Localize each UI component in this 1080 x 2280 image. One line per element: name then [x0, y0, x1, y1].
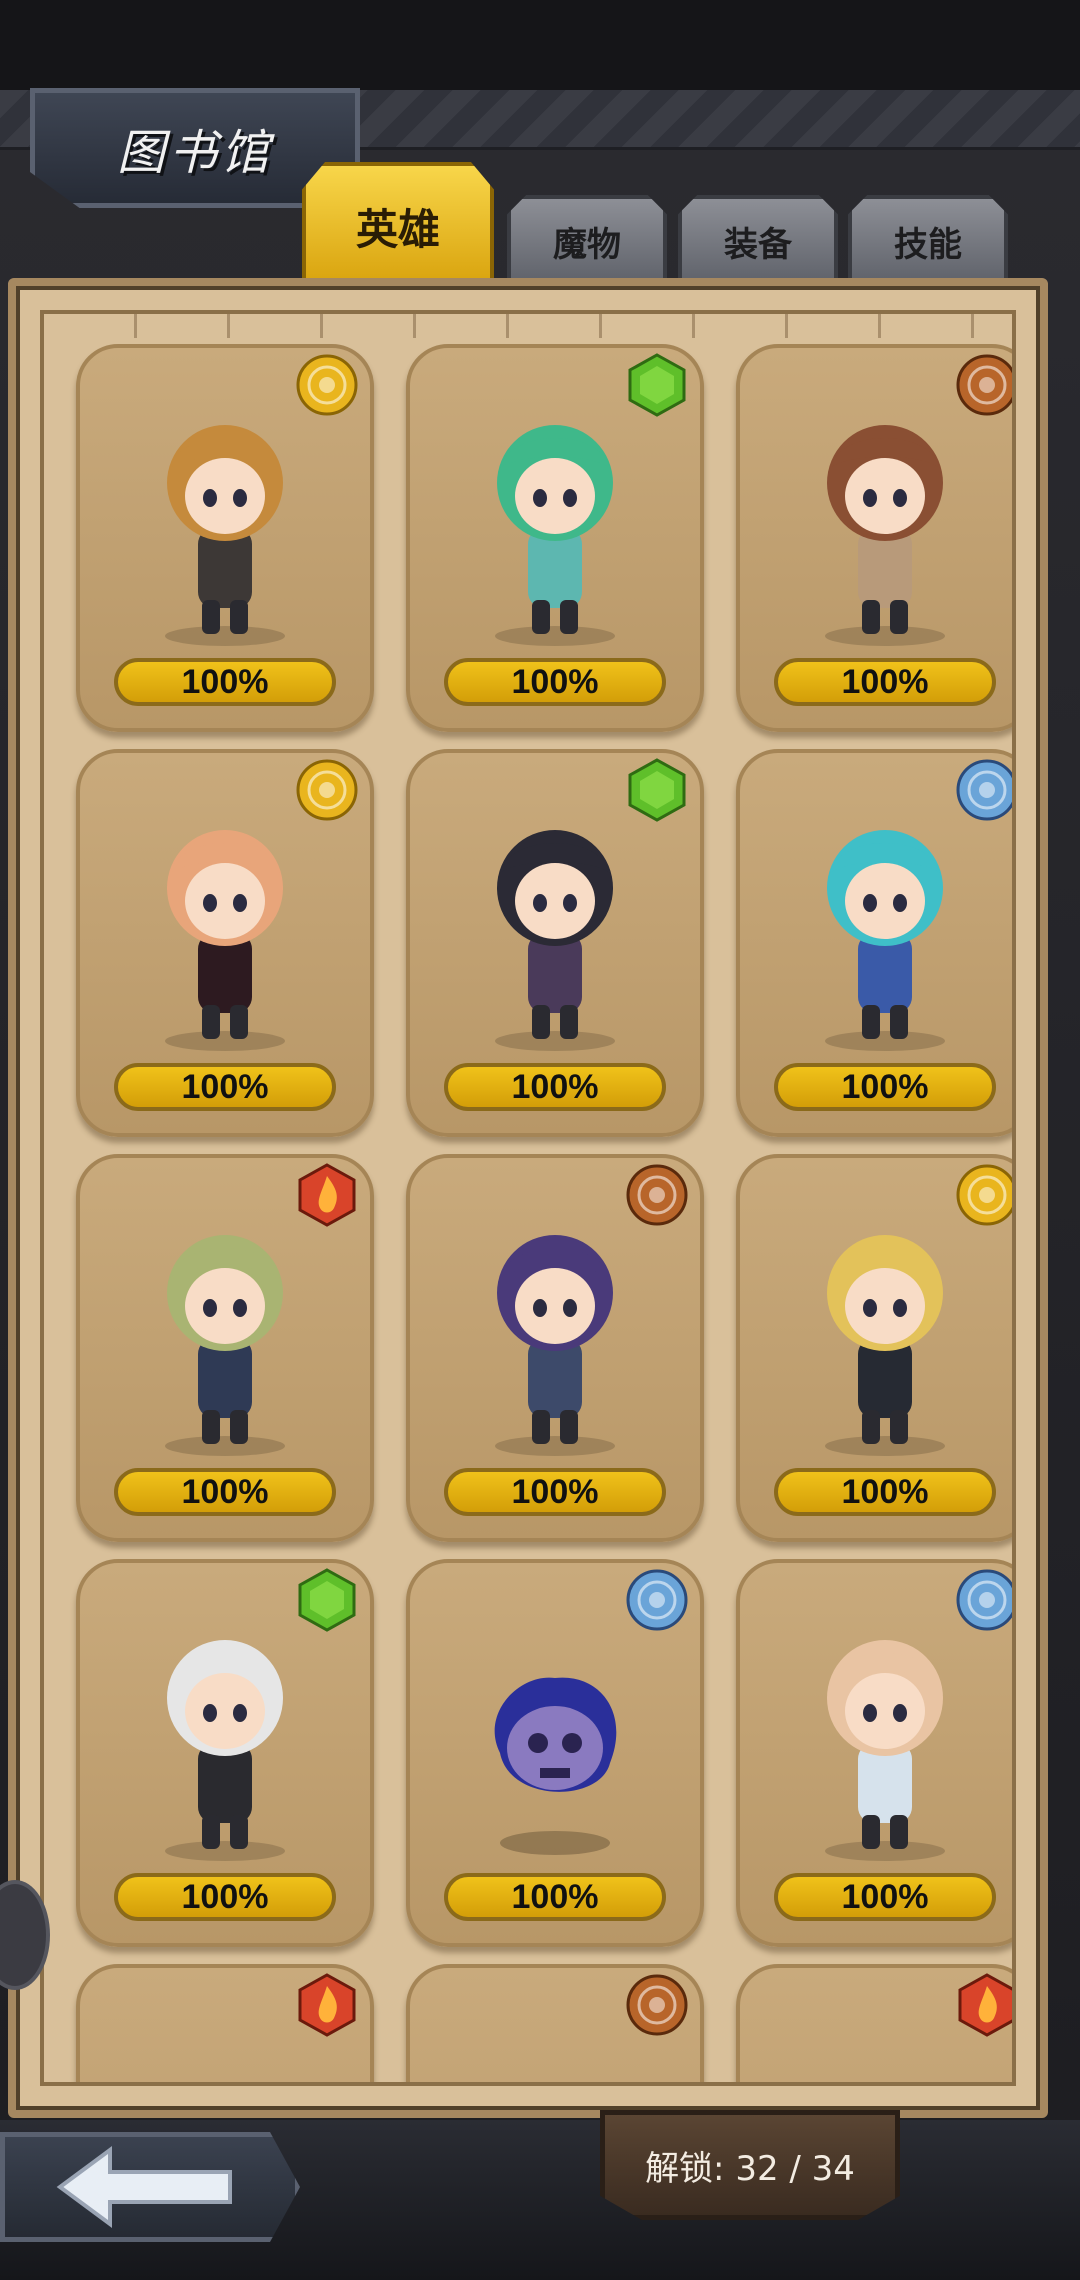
hero-portrait	[440, 1198, 670, 1458]
top-status-band	[0, 0, 1080, 90]
tab-skills[interactable]: 技能	[848, 195, 1008, 283]
completion-progress: 100%	[114, 1873, 336, 1921]
tab-monsters[interactable]: 魔物	[507, 195, 667, 283]
card-scroll-area[interactable]: 100% 100% 100% 100% 100% 100% 100% 100% …	[40, 310, 1016, 2086]
tab-heroes[interactable]: 英雄	[302, 162, 494, 287]
hero-card-partial-hero-3[interactable]	[736, 1964, 1012, 2082]
completion-progress: 100%	[444, 1468, 666, 1516]
completion-progress: 100%	[114, 1468, 336, 1516]
completion-progress: 100%	[444, 658, 666, 706]
library-frame: 100% 100% 100% 100% 100% 100% 100% 100% …	[8, 278, 1048, 2118]
hero-card-samurai[interactable]: 100%	[406, 1154, 704, 1542]
unlock-counter: 解锁: 32 / 34	[600, 2110, 900, 2220]
hero-portrait	[110, 1603, 340, 1863]
hero-card-swordsman-brown-hair[interactable]: 100%	[76, 344, 374, 732]
hero-portrait	[110, 2008, 340, 2082]
page-title: 图书馆	[116, 125, 273, 181]
hero-card-partial-hero-1[interactable]	[76, 1964, 374, 2082]
back-button[interactable]	[0, 2132, 300, 2242]
hero-portrait	[770, 1603, 1000, 1863]
hero-portrait	[440, 793, 670, 1053]
completion-progress: 100%	[774, 1063, 996, 1111]
completion-progress: 100%	[114, 658, 336, 706]
hero-card-blonde-swordswoman[interactable]: 100%	[736, 1559, 1012, 1947]
hero-portrait	[110, 793, 340, 1053]
completion-progress: 100%	[444, 1063, 666, 1111]
completion-progress: 100%	[114, 1063, 336, 1111]
completion-progress: 100%	[774, 1873, 996, 1921]
hero-portrait	[440, 2008, 670, 2082]
completion-progress: 100%	[774, 658, 996, 706]
hero-card-partial-hero-2[interactable]	[406, 1964, 704, 2082]
hero-portrait	[110, 1198, 340, 1458]
hero-card-ice-staff-mage[interactable]: 100%	[736, 749, 1012, 1137]
hero-card-skull-spirit[interactable]: 100%	[406, 1559, 704, 1947]
hero-card-green-haired-mage[interactable]: 100%	[406, 344, 704, 732]
completion-progress: 100%	[444, 1873, 666, 1921]
hero-portrait	[770, 388, 1000, 648]
hero-card-blonde-noble[interactable]: 100%	[736, 1154, 1012, 1542]
hero-card-shield-maiden[interactable]: 100%	[736, 344, 1012, 732]
hero-portrait	[440, 388, 670, 648]
completion-progress: 100%	[774, 1468, 996, 1516]
hero-card-green-haired-rogue[interactable]: 100%	[76, 1154, 374, 1542]
tab-equipment[interactable]: 装备	[678, 195, 838, 283]
hero-portrait	[770, 1198, 1000, 1458]
hero-portrait	[770, 793, 1000, 1053]
back-arrow-icon	[56, 2146, 232, 2228]
hero-portrait	[440, 1603, 670, 1863]
hero-portrait	[110, 388, 340, 648]
hero-portrait	[770, 2008, 1000, 2082]
frame-decoration	[44, 314, 1012, 338]
hero-card-shadow-knight[interactable]: 100%	[76, 1559, 374, 1947]
hero-card-crossbow-archer[interactable]: 100%	[406, 749, 704, 1137]
unlock-text: 解锁: 32 / 34	[645, 2148, 855, 2189]
hero-card-alchemist-girl[interactable]: 100%	[76, 749, 374, 1137]
